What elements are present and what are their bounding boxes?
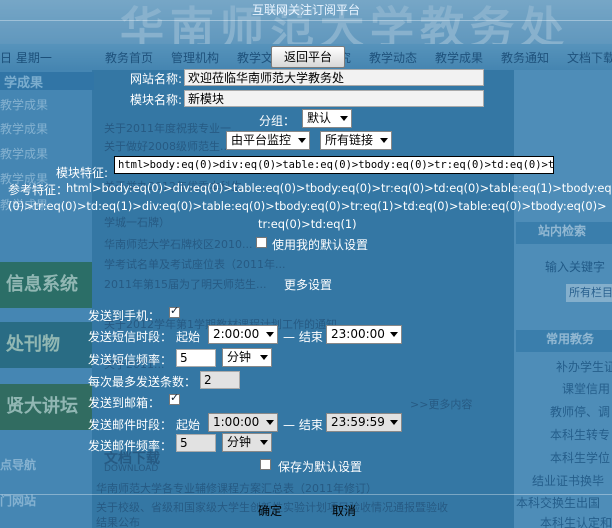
chevron-down-icon bbox=[266, 332, 274, 337]
reference-feature-label: 参考特征： bbox=[8, 183, 69, 197]
mail-period-start-label: 起始 bbox=[176, 418, 201, 432]
sms-start-time-select[interactable]: 2:00:00 bbox=[208, 325, 278, 344]
sms-period-end-label: — 结束 bbox=[283, 330, 323, 344]
send-to-phone-label: 发送到手机： bbox=[88, 309, 161, 323]
more-settings-link[interactable]: 更多设置 bbox=[284, 276, 332, 293]
sms-frequency-unit-select[interactable]: 分钟 bbox=[222, 348, 272, 367]
module-feature-input[interactable]: html>body:eq(0)>div:eq(0)>table:eq(0)>tb… bbox=[114, 156, 554, 174]
chevron-down-icon bbox=[340, 116, 348, 121]
sms-end-time-select[interactable]: 23:00:00 bbox=[326, 325, 402, 344]
reference-feature-line: tr:eq(0)>td:eq(1) bbox=[258, 217, 357, 231]
sms-period-label: 发送短信时段： bbox=[88, 330, 173, 344]
use-default-label: 使用我的默认设置 bbox=[272, 238, 369, 252]
module-feature-label: 模块特征: bbox=[56, 166, 109, 180]
chevron-down-icon bbox=[260, 440, 268, 445]
mail-end-time-select[interactable]: 23:59:59 bbox=[326, 413, 402, 432]
sms-period-start-label: 起始 bbox=[176, 330, 201, 344]
link-filter-select[interactable]: 所有链接 bbox=[320, 131, 392, 150]
cancel-button[interactable]: 取消 bbox=[330, 502, 358, 520]
chevron-down-icon bbox=[298, 138, 306, 143]
title-divider bbox=[0, 20, 612, 21]
save-default-checkbox[interactable] bbox=[260, 459, 271, 470]
chevron-down-icon bbox=[266, 420, 274, 425]
send-to-mail-label: 发送到邮箱： bbox=[88, 396, 161, 410]
sms-frequency-input[interactable]: 5 bbox=[176, 349, 216, 367]
return-platform-button[interactable]: 返回平台 bbox=[271, 46, 345, 68]
use-default-checkbox[interactable] bbox=[256, 237, 267, 248]
mail-period-end-label: — 结束 bbox=[283, 418, 323, 432]
ok-button[interactable]: 确定 bbox=[258, 502, 282, 520]
mail-period-label: 发送邮件时段： bbox=[88, 418, 173, 432]
chevron-down-icon bbox=[380, 138, 388, 143]
overlay-title: 互联网关注订阅平台 bbox=[251, 3, 360, 17]
reference-feature-line: (0)>tr:eq(0)>td:eq(1)>div:eq(0)>table:eq… bbox=[8, 199, 607, 213]
group-select[interactable]: 默认 bbox=[302, 109, 352, 128]
mail-start-time-select[interactable]: 1:00:00 bbox=[208, 413, 278, 432]
send-to-mail-checkbox[interactable] bbox=[169, 391, 180, 405]
mail-frequency-label: 发送邮件频率： bbox=[88, 439, 173, 453]
max-per-send-input[interactable]: 2 bbox=[200, 371, 240, 389]
site-name-label: 网站名称: bbox=[130, 72, 183, 86]
group-label: 分组： bbox=[259, 114, 296, 128]
chevron-down-icon bbox=[260, 355, 268, 360]
mail-frequency-unit-select[interactable]: 分钟 bbox=[222, 433, 272, 452]
save-default-label: 保存为默认设置 bbox=[278, 460, 363, 474]
footer-divider bbox=[0, 494, 612, 495]
reference-feature-line: html>body:eq(0)>div:eq(0)>table:eq(0)>tb… bbox=[66, 181, 612, 195]
module-name-label: 模块名称: bbox=[130, 93, 183, 107]
send-to-phone-checkbox[interactable] bbox=[169, 304, 180, 318]
chevron-down-icon bbox=[390, 420, 398, 425]
sms-frequency-label: 发送短信频率： bbox=[88, 353, 173, 367]
module-name-field[interactable]: 新模块 bbox=[184, 90, 484, 107]
site-name-field[interactable]: 欢迎莅临华南师范大学教务处 bbox=[184, 69, 484, 86]
mail-frequency-input[interactable]: 5 bbox=[176, 434, 216, 452]
monitor-mode-select[interactable]: 由平台监控 bbox=[226, 131, 310, 150]
chevron-down-icon bbox=[390, 332, 398, 337]
max-per-send-label: 每次最多发送条数： bbox=[88, 375, 197, 389]
